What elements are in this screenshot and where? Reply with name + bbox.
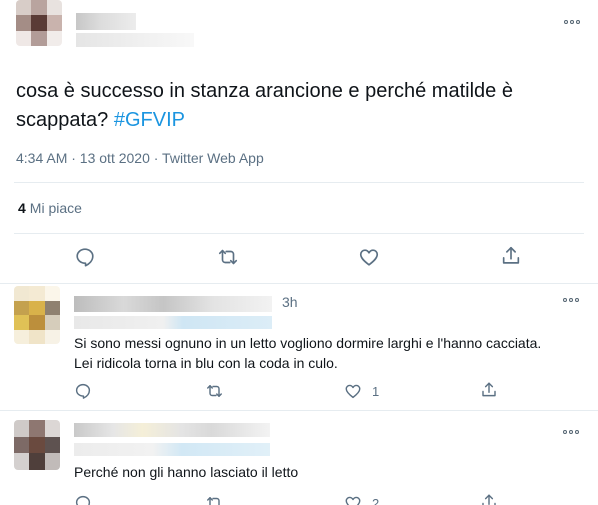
retweet-icon bbox=[207, 497, 220, 505]
reply-text: Si sono messi ognuno in un letto voglion… bbox=[74, 335, 542, 371]
like-count: 2 bbox=[372, 495, 380, 505]
share-icon bbox=[482, 494, 496, 505]
like-count: 1 bbox=[372, 383, 380, 399]
retweet-button[interactable] bbox=[205, 494, 224, 505]
reply-avatar[interactable] bbox=[14, 420, 60, 470]
reply-icon bbox=[75, 495, 91, 505]
retweet-button[interactable] bbox=[205, 382, 224, 400]
divider bbox=[14, 182, 584, 183]
retweet-button[interactable] bbox=[216, 246, 240, 268]
more-icon[interactable] bbox=[563, 430, 579, 434]
tweet-body: cosa è successo in stanza arancione e pe… bbox=[16, 80, 513, 131]
like-icon bbox=[345, 496, 361, 505]
like-button[interactable]: 1 bbox=[344, 382, 379, 400]
reply-button[interactable] bbox=[74, 382, 92, 400]
retweet-icon bbox=[207, 385, 222, 397]
like-icon bbox=[345, 384, 361, 399]
like-icon bbox=[359, 249, 379, 266]
divider bbox=[0, 410, 598, 411]
reply-display-name-blurred bbox=[74, 423, 270, 437]
share-icon bbox=[482, 382, 496, 397]
tweet-meta[interactable]: 4:34 AM · 13 ott 2020 · Twitter Web App bbox=[16, 150, 264, 166]
reply-display-name-blurred bbox=[74, 296, 272, 312]
reply-avatar[interactable] bbox=[14, 286, 60, 344]
more-icon[interactable] bbox=[564, 20, 580, 24]
username-blurred bbox=[76, 33, 194, 47]
share-icon bbox=[502, 246, 520, 264]
divider bbox=[0, 283, 598, 284]
share-button[interactable] bbox=[480, 493, 498, 505]
likes-stat[interactable]: 4 Mi piace bbox=[18, 200, 82, 216]
reply-icon bbox=[75, 383, 91, 399]
replying-to-blurred bbox=[74, 316, 272, 329]
likes-label: Mi piace bbox=[29, 200, 82, 216]
tweet-text: cosa è successo in stanza arancione e pe… bbox=[16, 77, 582, 135]
hashtag-link[interactable]: #GFVIP bbox=[114, 109, 185, 131]
avatar[interactable] bbox=[16, 0, 62, 46]
reply-icon bbox=[76, 248, 94, 267]
like-button[interactable] bbox=[358, 246, 380, 268]
reply-button[interactable] bbox=[74, 494, 92, 505]
replying-to-blurred bbox=[74, 443, 270, 456]
share-button[interactable] bbox=[500, 245, 522, 267]
like-button[interactable]: 2 bbox=[344, 494, 379, 505]
retweet-icon bbox=[218, 249, 238, 265]
reply-button[interactable] bbox=[74, 246, 96, 268]
share-button[interactable] bbox=[480, 381, 498, 399]
reply-text: Perché non gli hanno lasciato il letto bbox=[74, 464, 299, 480]
more-icon[interactable] bbox=[563, 298, 579, 302]
divider bbox=[14, 233, 584, 234]
reply-time[interactable]: 3h bbox=[282, 294, 298, 310]
display-name-blurred bbox=[76, 13, 136, 30]
likes-count: 4 bbox=[18, 200, 26, 216]
